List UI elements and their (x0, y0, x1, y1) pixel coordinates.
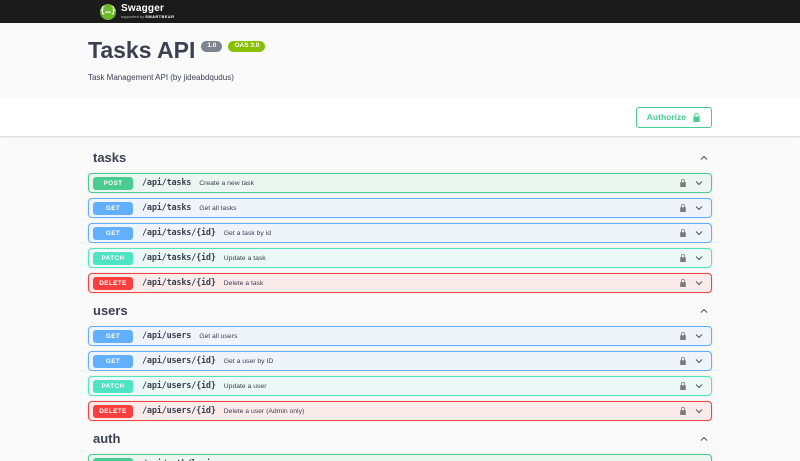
operation-controls (679, 278, 704, 288)
lock-icon[interactable] (679, 381, 687, 391)
method-badge: GET (93, 330, 133, 343)
operation-path: /api/tasks (142, 203, 191, 213)
lock-icon[interactable] (679, 203, 687, 213)
operation-controls (679, 331, 704, 341)
oas-badge: OAS 3.0 (228, 41, 265, 52)
operation-summary: Get all users (199, 333, 237, 340)
authorize-label: Authorize (647, 112, 686, 122)
operation-summary: Delete a user (Admin only) (224, 408, 304, 415)
opblock-get-row[interactable]: GET/api/users/{id} Get a user by ID (88, 351, 712, 371)
chevron-down-icon[interactable] (694, 331, 704, 341)
operation-path: /api/users (142, 331, 191, 341)
operation-controls (679, 381, 704, 391)
swagger-logo-icon: {…} (100, 4, 116, 20)
unlock-icon (692, 112, 701, 123)
chevron-up-icon[interactable] (699, 153, 709, 163)
operation-summary: Get a user by ID (224, 358, 274, 365)
lock-icon[interactable] (679, 356, 687, 366)
brand-name: Swagger (121, 4, 174, 14)
operation-controls (679, 356, 704, 366)
tag-header-auth[interactable]: auth (88, 427, 712, 450)
page-title: Tasks API (88, 38, 195, 63)
method-badge: DELETE (93, 277, 133, 290)
chevron-down-icon[interactable] (694, 356, 704, 366)
operation-summary: Update a user (224, 383, 267, 390)
chevron-up-icon[interactable] (699, 434, 709, 444)
chevron-down-icon[interactable] (694, 178, 704, 188)
tag-header-tasks[interactable]: tasks (88, 146, 712, 169)
tag-title: tasks (93, 150, 126, 165)
method-badge: DELETE (93, 405, 133, 418)
tag-header-users[interactable]: users (88, 299, 712, 322)
scheme-container: Authorize (0, 98, 800, 136)
chevron-down-icon[interactable] (694, 381, 704, 391)
api-sections: tasksPOST/api/tasksCreate a new taskGET/… (88, 146, 712, 461)
api-tag-section-tasks: tasksPOST/api/tasksCreate a new taskGET/… (88, 146, 712, 293)
operation-path: /api/users/{id} (142, 381, 216, 391)
lock-icon[interactable] (679, 178, 687, 188)
operation-summary: Get all tasks (199, 205, 236, 212)
opblock-get-row[interactable]: GET/api/tasks/{id} Get a task by id (88, 223, 712, 243)
method-badge: PATCH (93, 252, 133, 265)
operation-controls (679, 178, 704, 188)
tag-title: users (93, 303, 128, 318)
operation-path: /api/tasks (142, 178, 191, 188)
chevron-down-icon[interactable] (694, 406, 704, 416)
opblock-get-row[interactable]: GET/api/users Get all users (88, 326, 712, 346)
api-tag-section-users: usersGET/api/usersGet all usersGET/api/u… (88, 299, 712, 421)
opblock-get-row[interactable]: GET/api/tasks Get all tasks (88, 198, 712, 218)
operation-controls (679, 228, 704, 238)
brand-subtitle: supported by SMARTBEAR (121, 15, 174, 19)
opblock-post-row[interactable]: POST/api/auth/loginUser login (88, 454, 712, 461)
chevron-down-icon[interactable] (694, 203, 704, 213)
opblock-patch-row[interactable]: PATCH/api/tasks/{id} Update a task (88, 248, 712, 268)
version-badge: 1.0 (201, 41, 222, 52)
chevron-up-icon[interactable] (699, 306, 709, 316)
method-badge: POST (93, 177, 133, 190)
opblock-delete-row[interactable]: DELETE/api/users/{id} Delete a user (Admi… (88, 401, 712, 421)
operation-path: /api/users/{id} (142, 356, 216, 366)
lock-icon[interactable] (679, 278, 687, 288)
operation-controls (679, 406, 704, 416)
lock-icon[interactable] (679, 331, 687, 341)
lock-icon[interactable] (679, 228, 687, 238)
operation-summary: Create a new task (199, 180, 254, 187)
api-tag-section-auth: authPOST/api/auth/loginUser loginPOST/ap… (88, 427, 712, 461)
operation-summary: Update a task (224, 255, 266, 262)
operation-summary: Get a task by id (224, 230, 271, 237)
topbar: {…} Swagger supported by SMARTBEAR (0, 0, 800, 23)
authorize-button[interactable]: Authorize (636, 107, 712, 128)
opblock-delete-row[interactable]: DELETE/api/tasks/{id} Delete a task (88, 273, 712, 293)
method-badge: GET (93, 202, 133, 215)
opblock-post-row[interactable]: POST/api/tasks Create a new task (88, 173, 712, 193)
method-badge: PATCH (93, 380, 133, 393)
chevron-down-icon[interactable] (694, 228, 704, 238)
api-description: Task Management API (by jideabdqudus) (88, 73, 712, 82)
method-badge: GET (93, 227, 133, 240)
operation-path: /api/tasks/{id} (142, 253, 216, 263)
operation-path: /api/users/{id} (142, 406, 216, 416)
operation-controls (679, 253, 704, 263)
tag-title: auth (93, 431, 120, 446)
operation-path: /api/tasks/{id} (142, 278, 216, 288)
lock-icon[interactable] (679, 406, 687, 416)
swagger-brand[interactable]: {…} Swagger supported by SMARTBEAR (100, 4, 174, 20)
operation-path: /api/tasks/{id} (142, 228, 216, 238)
chevron-down-icon[interactable] (694, 253, 704, 263)
chevron-down-icon[interactable] (694, 278, 704, 288)
operation-controls (679, 203, 704, 213)
method-badge: GET (93, 355, 133, 368)
lock-icon[interactable] (679, 253, 687, 263)
api-info-section: Tasks API 1.0 OAS 3.0 Task Management AP… (0, 23, 800, 98)
operation-summary: Delete a task (224, 280, 264, 287)
opblock-patch-row[interactable]: PATCH/api/users/{id} Update a user (88, 376, 712, 396)
